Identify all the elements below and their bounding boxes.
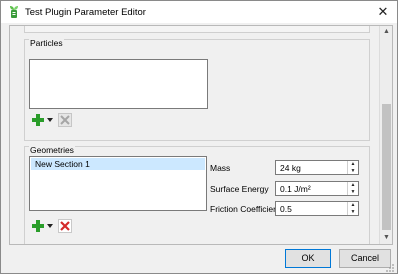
window-title: Test Plugin Parameter Editor (25, 7, 146, 18)
geometries-group-title: Geometries (29, 145, 75, 155)
cancel-button[interactable]: Cancel (339, 249, 391, 268)
surface-energy-spinbox[interactable]: 0.1 J/m² ▲ ▼ (275, 181, 359, 196)
ok-button[interactable]: OK (285, 249, 331, 268)
friction-coefficient-spinbox[interactable]: 0.5 ▲ ▼ (275, 201, 359, 216)
particles-list[interactable] (29, 59, 208, 109)
remove-particle-button[interactable] (58, 113, 72, 127)
app-icon (10, 6, 18, 18)
close-icon[interactable]: ✕ (375, 4, 391, 20)
scrollbar-thumb[interactable] (382, 104, 391, 230)
friction-coefficient-stepper[interactable]: ▲ ▼ (347, 202, 358, 215)
dialog-window: Test Plugin Parameter Editor ✕ Particles… (0, 0, 398, 274)
scroll-area: Particles Geometries New Section 1 Mass … (9, 25, 393, 245)
add-particle-button[interactable] (32, 113, 54, 127)
title-bar: Test Plugin Parameter Editor ✕ (1, 1, 397, 23)
geometries-list[interactable]: New Section 1 (29, 156, 207, 211)
mass-value: 24 kg (280, 163, 301, 173)
list-item[interactable]: New Section 1 (31, 158, 205, 170)
add-geometry-button[interactable] (32, 219, 54, 233)
friction-coefficient-label: Friction Coefficient (210, 204, 281, 214)
arrow-down-icon[interactable]: ▼ (348, 168, 358, 175)
surface-energy-stepper[interactable]: ▲ ▼ (347, 182, 358, 195)
surface-energy-value: 0.1 J/m² (280, 184, 311, 194)
mass-spinbox[interactable]: 24 kg ▲ ▼ (275, 160, 359, 175)
friction-coefficient-value: 0.5 (280, 204, 292, 214)
vertical-scrollbar[interactable]: ▲ ▼ (379, 26, 392, 244)
previous-section-edge (24, 26, 370, 33)
scroll-down-icon[interactable]: ▼ (380, 232, 392, 244)
arrow-down-icon[interactable]: ▼ (348, 209, 358, 216)
particles-group: Particles (24, 38, 370, 141)
resize-grip-icon[interactable] (385, 263, 395, 273)
scroll-up-icon[interactable]: ▲ (380, 26, 392, 38)
surface-energy-label: Surface Energy (210, 184, 269, 194)
geometries-group: Geometries New Section 1 Mass 24 kg ▲ ▼ S… (24, 145, 370, 244)
particles-group-title: Particles (29, 38, 64, 48)
remove-geometry-button[interactable] (58, 219, 72, 233)
arrow-down-icon[interactable]: ▼ (348, 189, 358, 196)
mass-label: Mass (210, 163, 231, 173)
mass-stepper[interactable]: ▲ ▼ (347, 161, 358, 174)
